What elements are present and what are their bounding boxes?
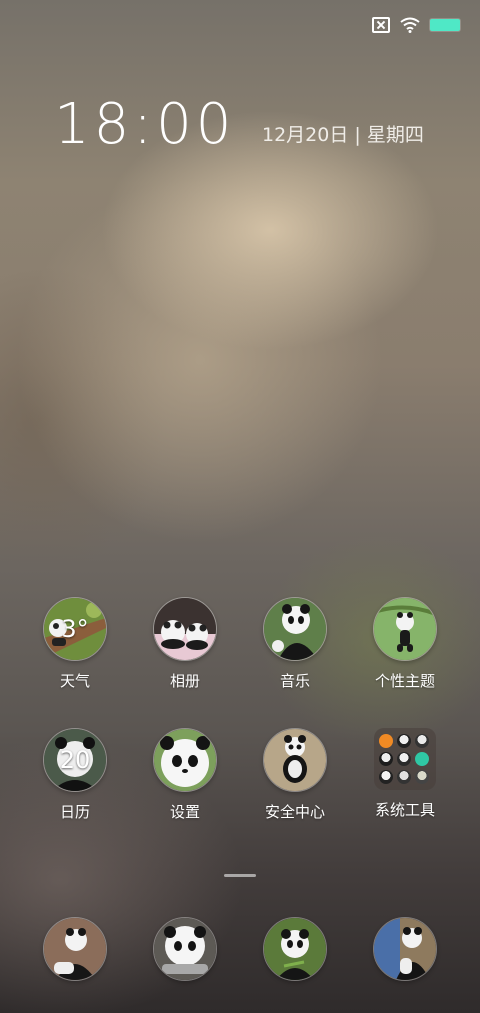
mini-app-icon bbox=[415, 770, 429, 784]
mini-app-icon bbox=[379, 770, 393, 784]
camera-app-icon bbox=[373, 917, 437, 981]
app-label: 日历 bbox=[59, 803, 90, 821]
browser-app-icon bbox=[263, 917, 327, 981]
calendar-app-icon: 20 bbox=[43, 728, 107, 792]
dock-app-messages[interactable] bbox=[130, 917, 240, 981]
messages-app-icon bbox=[153, 917, 217, 981]
dock-app-camera[interactable] bbox=[350, 917, 460, 981]
app-label: 个性主题 bbox=[374, 672, 435, 690]
mini-app-icon bbox=[379, 734, 393, 748]
app-security[interactable]: 安全中心 bbox=[240, 728, 350, 822]
phone-app-icon bbox=[43, 917, 107, 981]
page-indicator bbox=[224, 874, 256, 877]
mini-app-icon bbox=[379, 752, 393, 766]
app-gallery[interactable]: 相册 bbox=[130, 597, 240, 691]
wifi-icon bbox=[400, 17, 420, 33]
folder-icon bbox=[374, 728, 436, 790]
themes-app-icon bbox=[373, 597, 437, 661]
mini-app-icon bbox=[397, 752, 411, 766]
calendar-day: 20 bbox=[59, 746, 91, 774]
app-calendar[interactable]: 20 日历 bbox=[20, 728, 130, 822]
clock-time[interactable]: 18:00 bbox=[54, 90, 235, 160]
dock-app-browser[interactable] bbox=[240, 917, 350, 981]
app-label: 相册 bbox=[169, 672, 200, 690]
security-app-icon bbox=[263, 728, 327, 792]
music-app-icon bbox=[263, 597, 327, 661]
folder-label: 系统工具 bbox=[374, 801, 435, 819]
mini-app-icon bbox=[397, 770, 411, 784]
app-themes[interactable]: 个性主题 bbox=[350, 597, 460, 691]
clock-date[interactable]: 12月20日 | 星期四 bbox=[262, 120, 424, 150]
app-music[interactable]: 音乐 bbox=[240, 597, 350, 691]
battery-icon bbox=[430, 19, 460, 31]
weather-app-icon: 3° bbox=[43, 597, 107, 661]
settings-app-icon bbox=[153, 728, 217, 792]
weather-temp: 3° bbox=[61, 615, 89, 643]
gallery-app-icon bbox=[153, 597, 217, 661]
app-weather[interactable]: 3° 天气 bbox=[20, 597, 130, 691]
app-label: 音乐 bbox=[279, 672, 310, 690]
app-system-tools-folder[interactable]: 系统工具 bbox=[350, 728, 460, 820]
status-bar bbox=[372, 14, 460, 36]
mini-app-icon bbox=[397, 734, 411, 748]
dock-app-phone[interactable] bbox=[20, 917, 130, 981]
app-label: 安全中心 bbox=[264, 803, 325, 821]
no-sim-icon bbox=[372, 17, 390, 33]
app-settings[interactable]: 设置 bbox=[130, 728, 240, 822]
app-label: 设置 bbox=[169, 803, 200, 821]
app-label: 天气 bbox=[59, 672, 90, 690]
mini-app-icon bbox=[415, 752, 429, 766]
mini-app-icon bbox=[415, 734, 429, 748]
